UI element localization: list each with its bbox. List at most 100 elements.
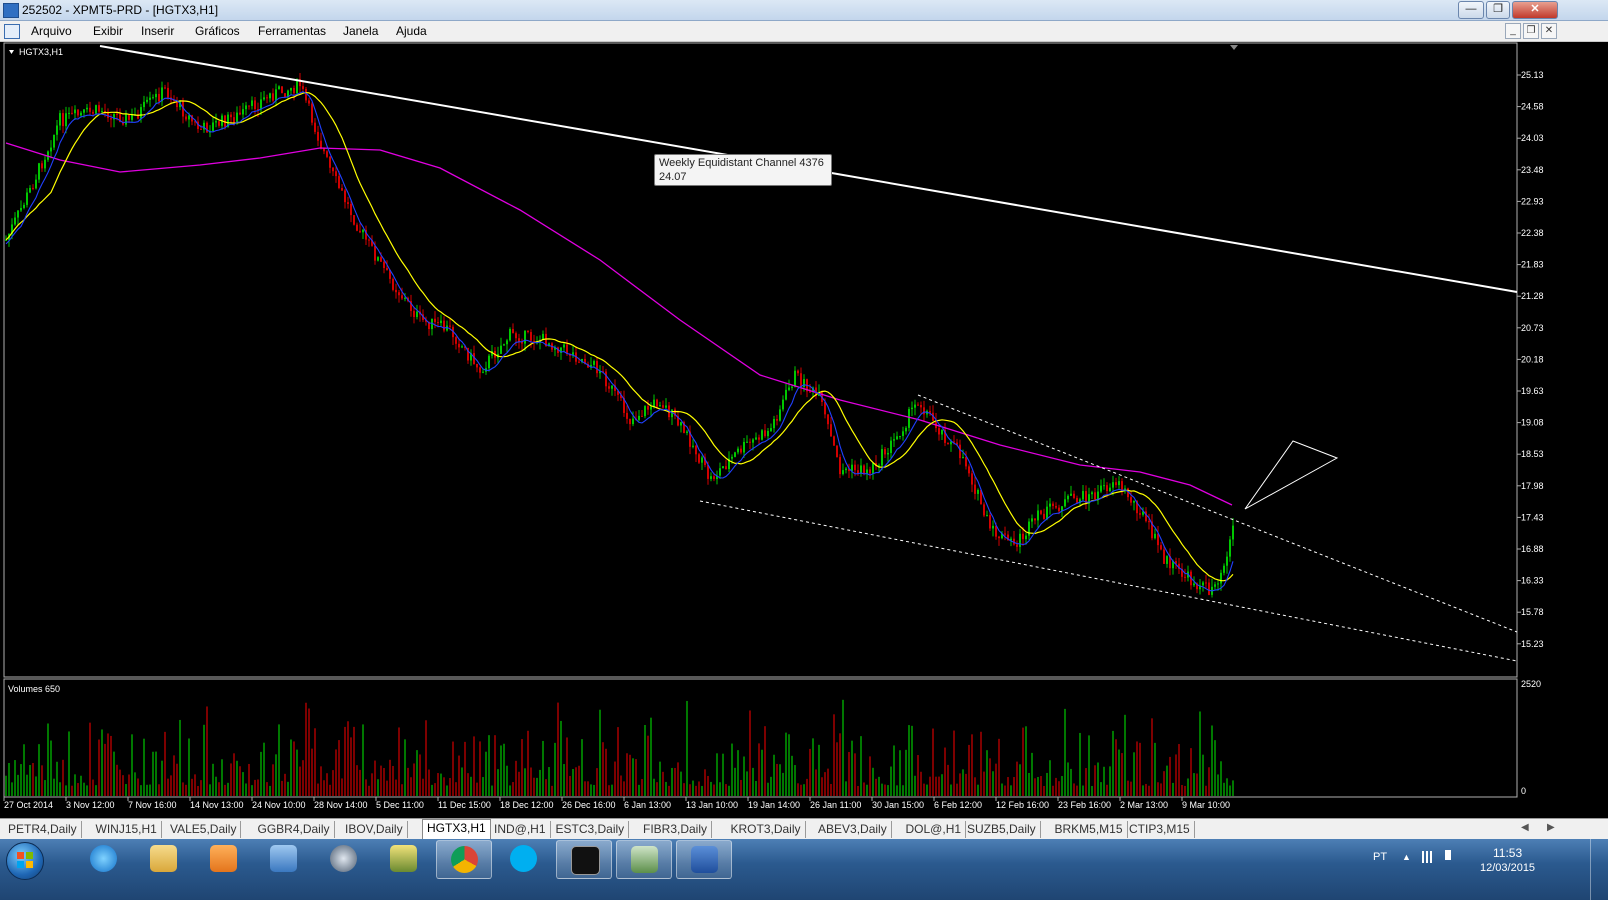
candle-body (290, 87, 292, 91)
candle-body (1019, 533, 1021, 547)
candle-body (1076, 497, 1078, 503)
price-tick-label: 19.08 (1521, 418, 1544, 428)
candle-body (719, 468, 721, 476)
candle-body (914, 404, 916, 408)
candle-body (233, 117, 235, 123)
tab-ind-h1[interactable]: IND@,H1 (490, 821, 551, 838)
tab-fibr3-daily[interactable]: FIBR3,Daily (639, 821, 713, 838)
candle-body (311, 103, 313, 123)
candle-body (335, 171, 337, 177)
taskbar-metatrader[interactable] (616, 840, 672, 879)
candle-body (647, 406, 649, 410)
tab-scroll-right-icon[interactable]: ▶ (1547, 822, 1555, 833)
taskbar-skype[interactable] (496, 840, 550, 877)
candle-body (779, 409, 781, 421)
taskbar-word[interactable] (676, 840, 732, 879)
price-chart[interactable]: 25.13 24.58 24.03 23.48 22.93 22.38 21.83 21.28… (0, 0, 1608, 900)
candle-body (638, 415, 640, 420)
tab-abev3-daily[interactable]: ABEV3,Daily (814, 821, 892, 838)
candle-body (98, 105, 100, 112)
clock-time[interactable]: 11:53 (1493, 846, 1522, 860)
price-tick-label: 25.13 (1521, 70, 1544, 80)
candle-body (143, 101, 145, 108)
price-pane[interactable] (3, 42, 1518, 678)
time-tick-label: 26 Jan 11:00 (810, 800, 861, 810)
candle-body (650, 406, 652, 410)
taskbar-hp[interactable] (316, 840, 370, 877)
tab-winj15-h1[interactable]: WINJ15,H1 (92, 821, 162, 838)
candle-body (1058, 507, 1060, 512)
chrome-icon (451, 846, 478, 873)
show-desktop-button[interactable] (1590, 839, 1608, 900)
tab-estc3-daily[interactable]: ESTC3,Daily (552, 821, 630, 838)
candle-body (188, 115, 190, 120)
tab-krot3-daily[interactable]: KROT3,Daily (727, 821, 806, 838)
time-tick-label: 23 Feb 16:00 (1058, 800, 1111, 810)
candle-body (164, 87, 166, 89)
candle-body (1154, 533, 1156, 539)
candle-body (125, 114, 127, 125)
candle-body (200, 128, 202, 130)
candle-body (1091, 492, 1093, 495)
candle-body (854, 464, 856, 471)
language-indicator[interactable]: PT (1373, 851, 1387, 863)
candle-body (923, 407, 925, 415)
taskbar-media[interactable] (196, 840, 250, 877)
tab-ctip3-m15[interactable]: CTIP3,M15 (1125, 821, 1195, 838)
tab-brkm5-m15[interactable]: BRKM5,M15 (1051, 821, 1128, 838)
candle-body (212, 122, 214, 132)
candle-body (1031, 518, 1033, 522)
price-tick-label: 15.78 (1521, 607, 1544, 617)
candle-body (293, 87, 295, 94)
taskbar-xp[interactable] (556, 840, 612, 879)
candle-body (155, 93, 157, 98)
candle-body (236, 112, 238, 123)
candle-body (782, 399, 784, 410)
candle-body (1139, 513, 1141, 515)
tab-petr4-daily[interactable]: PETR4,Daily (4, 821, 82, 838)
taskbar-chrome[interactable] (436, 840, 492, 879)
candle-body (1052, 503, 1054, 506)
candle-body (455, 337, 457, 344)
candle-body (644, 406, 646, 417)
network-signal-icon[interactable] (1422, 851, 1436, 863)
tab-hgtx3-h1[interactable]: HGTX3,H1 (422, 819, 491, 840)
candle-body (740, 448, 742, 453)
price-tick-label: 15.23 (1521, 639, 1544, 649)
tab-dol-h1[interactable]: DOL@,H1 (902, 821, 967, 838)
file-explorer-icon (150, 845, 177, 872)
candle-body (383, 261, 385, 268)
candle-body (659, 405, 661, 407)
price-tick-label: 16.88 (1521, 544, 1544, 554)
price-tick-label: 19.63 (1521, 386, 1544, 396)
start-button[interactable] (6, 842, 44, 880)
candle-body (434, 318, 436, 323)
candle-body (302, 86, 304, 89)
price-tick-label: 22.38 (1521, 228, 1544, 238)
tab-ibov-daily[interactable]: IBOV,Daily (341, 821, 408, 838)
candle-body (26, 192, 28, 205)
candle-body (239, 112, 241, 115)
candle-body (737, 448, 739, 453)
candle-body (1166, 556, 1168, 564)
taskbar-explorer[interactable] (136, 840, 190, 877)
volume-icon[interactable] (1445, 850, 1451, 860)
tab-suzb5-daily[interactable]: SUZB5,Daily (963, 821, 1041, 838)
tab-ggbr4-daily[interactable]: GGBR4,Daily (254, 821, 335, 838)
tab-scroll-left-icon[interactable]: ◀ (1521, 822, 1529, 833)
candle-body (788, 387, 790, 390)
tab-vale5-daily[interactable]: VALE5,Daily (166, 821, 242, 838)
candle-body (758, 437, 760, 440)
candle-body (986, 515, 988, 517)
taskbar-ie[interactable] (76, 840, 130, 877)
candle-body (905, 427, 907, 432)
candle-body (479, 367, 481, 373)
candle-body (242, 109, 244, 115)
taskbar-ftp[interactable] (376, 840, 430, 877)
taskbar-network[interactable] (256, 840, 310, 877)
tray-expand-icon[interactable]: ▲ (1402, 852, 1416, 864)
candle-body (266, 97, 268, 99)
candle-body (1070, 493, 1072, 496)
candle-body (839, 457, 841, 475)
clock-date[interactable]: 12/03/2015 (1480, 862, 1535, 874)
